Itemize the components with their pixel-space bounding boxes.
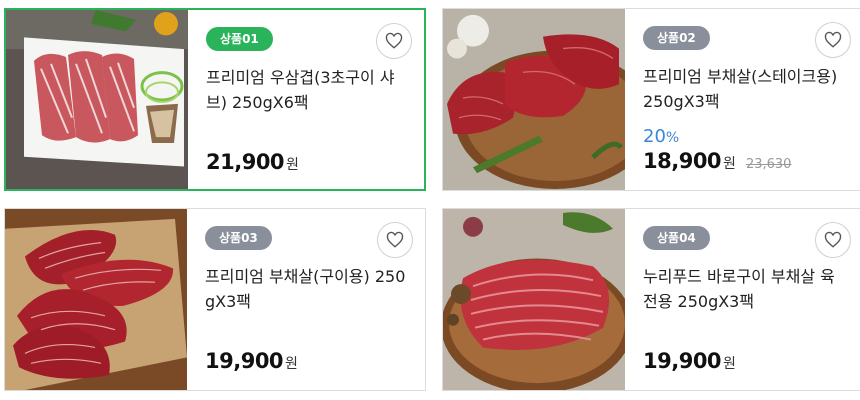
currency-unit: 원 [723,156,736,172]
wishlist-button[interactable] [815,222,851,258]
discount-rate: 20% [643,126,679,147]
product-name[interactable]: 프리미엄 우삼겹(3초구이 샤브) 250gX6팩 [206,65,410,115]
currency-unit: 원 [723,356,736,372]
price-value: 19,900 [643,349,722,373]
heart-outline-icon [824,31,842,48]
product-card-03[interactable]: 상품03 프리미엄 부채살(구이용) 250gX3팩 19,900 원 [4,208,426,391]
product-image[interactable] [6,10,188,189]
product-price: 21,900 원 [206,150,299,174]
wishlist-button[interactable] [376,23,412,59]
product-price: 19,900 원 [643,349,736,373]
heart-outline-icon [386,231,404,248]
price-value: 21,900 [206,150,285,174]
product-info: 상품02 프리미엄 부채살(스테이크용) 250gX3팩 20% 18,900 원… [643,9,860,190]
product-grid: 상품01 프리미엄 우삼겹(3초구이 샤브) 250gX6팩 21,900원 [0,0,860,400]
heart-outline-icon [385,32,403,49]
product-badge: 상품02 [643,26,710,50]
price-value: 18,900 [643,149,722,173]
currency-unit: 원 [286,157,299,173]
product-name[interactable]: 프리미엄 부채살(구이용) 250gX3팩 [205,264,411,314]
product-price: 18,900 원 23,630 [643,149,791,173]
product-badge: 상품03 [205,226,272,250]
product-image[interactable] [443,209,625,390]
product-info: 상품04 누리푸드 바로구이 부채살 육전용 250gX3팩 19,900 원 [643,209,860,390]
product-card-02[interactable]: 상품02 프리미엄 부채살(스테이크용) 250gX3팩 20% 18,900 원… [442,8,860,191]
product-info: 상품01 프리미엄 우삼겹(3초구이 샤브) 250gX6팩 21,900 원 [206,10,424,189]
original-price: 23,630 [745,157,792,172]
heart-outline-icon [824,231,842,248]
product-price: 19,900 원 [205,349,298,373]
product-name[interactable]: 프리미엄 부채살(스테이크용) 250gX3팩 [643,64,849,114]
discount-unit: % [665,130,680,146]
price-value: 19,900 [205,349,284,373]
product-info: 상품03 프리미엄 부채살(구이용) 250gX3팩 19,900 원 [205,209,425,390]
product-card-01[interactable]: 상품01 프리미엄 우삼겹(3초구이 샤브) 250gX6팩 21,900 원 [4,8,426,191]
product-image[interactable] [5,209,187,390]
currency-unit: 원 [285,356,298,372]
product-card-04[interactable]: 상품04 누리푸드 바로구이 부채살 육전용 250gX3팩 19,900 원 [442,208,860,391]
wishlist-button[interactable] [815,22,851,58]
discount-value: 20 [643,126,666,147]
wishlist-button[interactable] [377,222,413,258]
product-image[interactable] [443,9,625,190]
product-badge: 상품01 [206,27,273,51]
product-badge: 상품04 [643,226,710,250]
product-name[interactable]: 누리푸드 바로구이 부채살 육전용 250gX3팩 [643,264,849,314]
